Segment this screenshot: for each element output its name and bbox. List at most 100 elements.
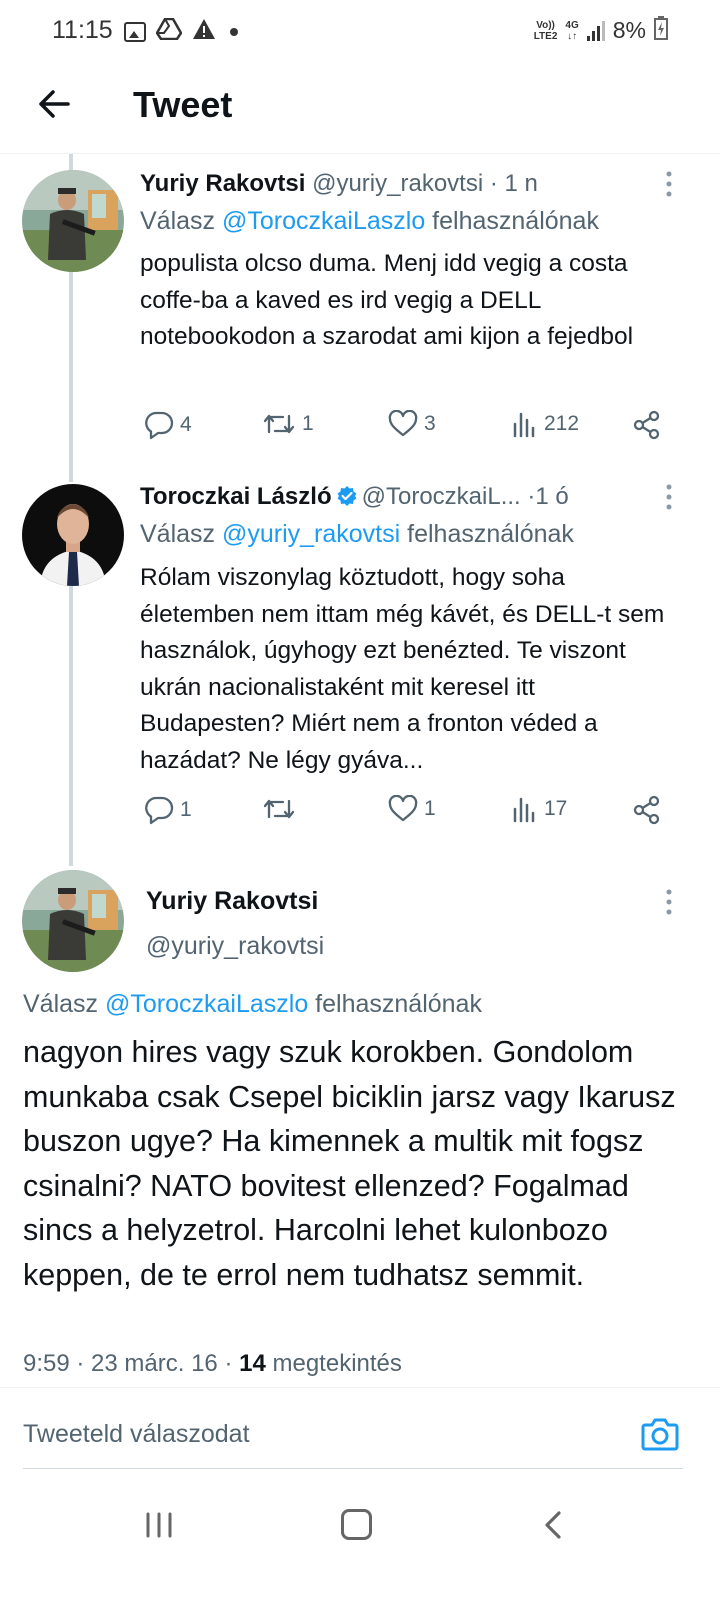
avatar[interactable] [22,170,124,272]
author-name[interactable]: Yuriy Rakovtsi [140,170,305,197]
system-indicators: Vo)) LTE2 4G ↓↑ 8% [534,16,668,45]
share-button[interactable] [632,795,662,825]
volte-indicator: Vo)) LTE2 [534,20,558,42]
view-count: 17 [544,797,568,820]
reply-count: 4 [180,413,192,436]
more-notifications-dot [230,27,238,36]
views-count[interactable]: 14 [239,1350,266,1377]
system-nav-bar [0,1490,720,1600]
tweet-age: 1 ó [535,483,569,510]
bar-chart-icon [513,412,535,438]
nav-back-icon[interactable] [540,1510,568,1540]
reply-prefix: Válasz [23,990,105,1018]
tweet-date: 23 márc. 16 [91,1350,218,1377]
views-label[interactable]: megtekintés [272,1350,401,1377]
more-vertical-icon[interactable] [665,483,673,511]
reply-bubble-icon [145,411,174,440]
reply-context: Válasz @yuriy_rakovtsi felhasználónak [140,520,574,549]
reply-button[interactable]: 1 [144,795,192,825]
tweet-text: nagyon hires vagy szuk korokben. Gondolo… [23,1035,676,1292]
warning-notification-icon [192,18,216,45]
tweet-actions: 4 1 3 212 [140,410,685,446]
page-title: Tweet [133,84,233,125]
recent-apps-icon[interactable] [144,1512,174,1538]
camera-icon[interactable] [641,1416,679,1452]
tweet-text: Rólam viszonylag köztudott, hogy soha él… [140,564,665,774]
heart-icon [388,795,418,822]
share-icon [633,410,660,440]
divider [0,1387,720,1388]
like-count: 3 [424,412,436,435]
data-top: 4G [565,19,579,31]
reply-button[interactable]: 4 [144,410,192,440]
thread-line-top [69,154,73,170]
volte-top: Vo)) [536,19,555,31]
arrow-left-icon[interactable] [34,84,74,124]
battery-charging-icon [654,16,668,45]
reply-input[interactable]: Tweeteld válaszodat [23,1420,250,1449]
like-button[interactable]: 1 [388,795,436,823]
view-count: 212 [544,412,580,435]
gallery-notification-icon [124,21,146,42]
data-bottom: ↓↑ [567,30,578,42]
tweet-meta: 9:59 · 23 márc. 16 · 14 megtekintés [23,1350,402,1378]
drive-notification-icon [155,17,183,45]
reply-context: Válasz @ToroczkaiLaszlo felhasználónak [140,207,599,236]
volte-bottom: LTE2 [533,30,558,42]
reply-mention-link[interactable]: @ToroczkaiLaszlo [222,207,425,235]
retweet-button[interactable]: 1 [262,410,314,438]
views-button[interactable]: 17 [512,795,567,823]
author-name[interactable]: Toroczkai László [140,483,332,510]
bar-chart-icon [513,797,535,823]
like-count: 1 [424,797,436,820]
more-vertical-icon[interactable] [665,170,673,198]
reply-suffix: felhasználónak [425,207,599,235]
more-vertical-icon[interactable] [665,888,673,916]
reply-prefix: Válasz [140,520,222,548]
tweet-age: 1 n [504,170,538,197]
tweet-header: Yuriy Rakovtsi @yuriy_rakovtsi · 1 n [140,170,538,198]
meta-separator: · [69,1350,92,1377]
meta-separator: · [217,1350,240,1377]
like-button[interactable]: 3 [388,410,436,438]
author-name[interactable]: Yuriy Rakovtsi [146,887,318,916]
reply-bubble-icon [145,796,174,825]
tweet-text: populista olcso duma. Menj idd vegig a c… [140,250,634,350]
reply-mention-link[interactable]: @yuriy_rakovtsi [222,520,400,548]
status-time: 11:15 [52,16,113,44]
separator: · [489,170,498,197]
reply-input-underline [23,1468,683,1469]
tweet-header: Toroczkai László @ToroczkaiL... ·1 ó [140,483,569,511]
reply-suffix: felhasználónak [308,990,482,1018]
author-handle[interactable]: @yuriy_rakovtsi [312,170,483,197]
home-icon[interactable] [341,1509,372,1540]
thread-line-1 [69,272,73,482]
author-handle[interactable]: @ToroczkaiL... [362,483,521,510]
retweet-button[interactable] [262,795,302,823]
verified-badge-icon [337,486,357,506]
share-icon [633,795,660,825]
battery-level: 8% [612,17,646,43]
reply-suffix: felhasználónak [400,520,574,548]
tweet-actions: 1 1 17 [140,795,685,831]
thread-line-2 [69,586,73,866]
share-button[interactable] [632,410,662,440]
status-bar: 11:15 Vo)) LTE2 4G ↓↑ 8% [0,0,720,64]
reply-context: Válasz @ToroczkaiLaszlo felhasználónak [23,990,482,1019]
reply-prefix: Válasz [140,207,222,235]
author-handle[interactable]: @yuriy_rakovtsi [146,932,324,961]
avatar[interactable] [22,870,124,972]
views-button[interactable]: 212 [512,410,579,438]
signal-icon [586,20,605,41]
reply-mention-link[interactable]: @ToroczkaiLaszlo [105,990,308,1018]
reply-count: 1 [180,798,192,821]
top-app-bar: Tweet [0,64,720,154]
retweet-icon [263,414,295,434]
retweet-count: 1 [302,412,314,435]
notification-icons [124,17,238,45]
avatar[interactable] [22,484,124,586]
retweet-icon [263,799,295,819]
heart-icon [388,410,418,437]
tweet-time: 9:59 [23,1350,70,1377]
data-indicator: 4G ↓↑ [565,20,578,42]
